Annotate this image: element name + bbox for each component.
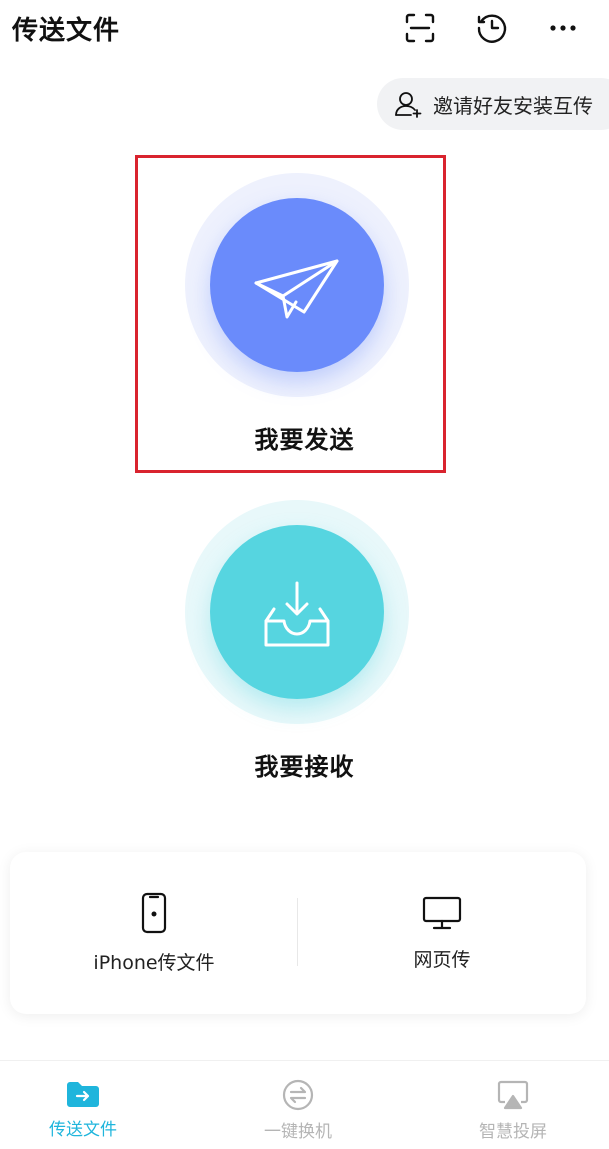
- receive-label: 我要接收: [254, 753, 355, 781]
- screen-cast-icon: [497, 1080, 529, 1110]
- page-title: 传送文件: [12, 16, 121, 46]
- tab-screen-cast[interactable]: 智慧投屏: [443, 1079, 583, 1142]
- tab-phone-clone[interactable]: 一键换机: [228, 1079, 368, 1142]
- iphone-transfer-option[interactable]: iPhone传文件: [10, 852, 298, 1014]
- inbox-download-icon: [264, 581, 330, 647]
- options-card: iPhone传文件 网页传: [10, 852, 586, 1014]
- scan-button[interactable]: [400, 8, 440, 48]
- receive-button[interactable]: [210, 525, 384, 699]
- more-button[interactable]: [543, 8, 583, 48]
- more-icon: [550, 25, 576, 31]
- tab-label: 智慧投屏: [479, 1122, 547, 1142]
- tab-transfer-files[interactable]: 传送文件: [13, 1079, 153, 1140]
- add-user-icon: [393, 87, 427, 121]
- tab-label: 一键换机: [264, 1122, 332, 1142]
- web-transfer-label: 网页传: [413, 948, 471, 971]
- scan-icon: [405, 13, 435, 43]
- iphone-transfer-label: iPhone传文件: [93, 951, 215, 974]
- highlight-box: [135, 155, 446, 473]
- monitor-icon: [422, 896, 462, 929]
- folder-transfer-icon: [67, 1082, 99, 1107]
- invite-label: 邀请好友安装互传: [433, 93, 593, 118]
- invite-friends-button[interactable]: 邀请好友安装互传: [377, 78, 609, 130]
- history-button[interactable]: [472, 8, 512, 48]
- iphone-icon: [141, 892, 167, 933]
- swap-icon: [282, 1079, 314, 1111]
- history-icon: [477, 14, 507, 43]
- header-bar: 传送文件: [0, 0, 609, 60]
- tab-label: 传送文件: [49, 1120, 117, 1140]
- web-transfer-option[interactable]: 网页传: [298, 852, 586, 1014]
- bottom-tab-bar: 传送文件 一键换机 智慧投屏: [0, 1060, 609, 1149]
